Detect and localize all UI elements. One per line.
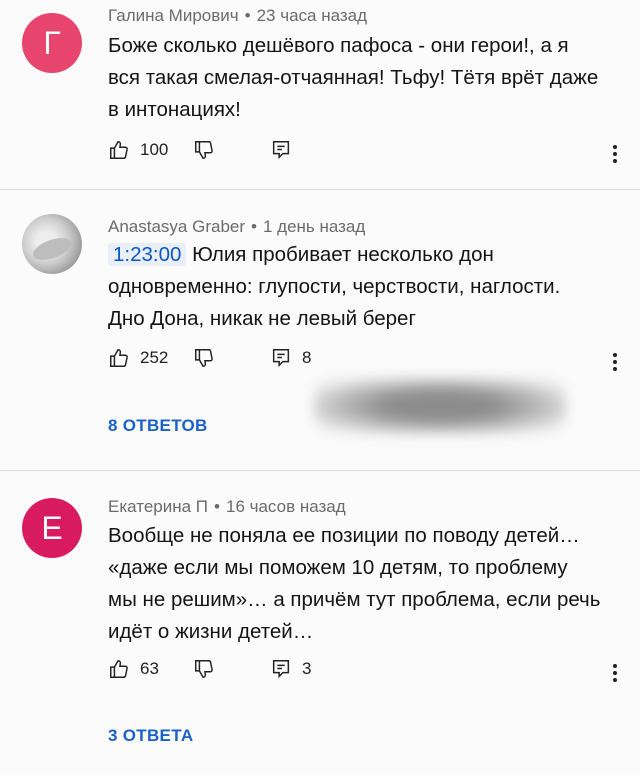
reply-count: 3 [302,659,312,678]
meta-separator: • [251,217,257,236]
dislike-button[interactable] [193,347,215,369]
like-button[interactable]: 252 [108,347,168,369]
comment-text: 1:23:00 Юлия пробивает несколько дон одн… [108,239,618,335]
author-name[interactable]: Галина Мирович [108,6,239,25]
avatar-letter: Е [41,509,63,546]
comment-meta: Галина Мирович • 23 часа назад [108,6,367,26]
like-count: 252 [140,348,169,367]
reply-comment-icon [272,660,290,679]
comment-line: «даже если мы поможем 10 детям, то пробл… [108,556,568,579]
more-options-button[interactable] [608,658,622,688]
meta-separator: • [214,497,220,516]
comment-actions: 252 8 [108,347,628,377]
comment-time[interactable]: 1 день назад [263,217,365,236]
dislike-button[interactable] [193,139,215,161]
thumb-down-icon [195,349,213,367]
comment-line: вся такая смелая-отчаянная! Тьфу! Тётя в… [108,66,599,89]
dislike-button[interactable] [193,658,215,680]
comment-actions: 63 3 [108,658,628,688]
thumb-down-icon [195,660,213,678]
comment-line: Дно Дона, никак не левый берег [108,307,416,330]
more-options-button[interactable] [608,347,622,377]
comment-time[interactable]: 16 часов назад [226,497,346,516]
comment-line: Боже сколько дешёвого пафоса - они герои… [108,34,569,57]
comment-line: в интонациях! [108,98,241,121]
comment-meta: Екатерина П • 16 часов назад [108,497,346,517]
comment-text: Боже сколько дешёвого пафоса - они герои… [108,30,618,126]
like-count: 63 [140,659,159,678]
reply-button[interactable]: 3 [270,658,311,680]
blurred-redaction [314,378,566,434]
avatar-letter: Г [43,24,61,61]
comment-line: мы не решим»… а причём тут проблема, есл… [108,588,601,611]
reply-comment-icon [272,349,290,368]
meta-separator: • [244,6,251,25]
comment-line: Вообще не поняла ее позиции по поводу де… [108,524,580,547]
comment-actions: 100 [108,139,628,169]
comment-3: Е Екатерина П • 16 часов назад Вообще не п… [0,471,640,775]
comment-meta: Anastasya Graber • 1 день назад [108,217,365,237]
comment-line-text: Юлия пробивает несколько дон [186,243,494,266]
comment-line: 1:23:00 Юлия пробивает несколько дон [108,239,618,271]
reply-count: 8 [302,348,312,367]
avatar[interactable]: Е [22,498,82,558]
reply-button[interactable]: 8 [270,347,311,369]
comment-1: Г Галина Мирович • 23 часа назад Боже скол… [0,0,640,190]
avatar[interactable]: Г [22,13,82,73]
comment-line: идёт о жизни детей… [108,620,314,643]
reply-comment-icon [272,141,290,160]
comment-text: Вообще не поняла ее позиции по поводу де… [108,520,618,648]
like-button[interactable]: 63 [108,658,159,680]
thumb-down-icon [195,141,213,159]
like-button[interactable]: 100 [108,139,168,161]
reply-button[interactable] [270,139,292,161]
comment-time[interactable]: 23 часа назад [257,6,367,25]
thumb-up-icon [110,349,128,367]
show-replies-button[interactable]: 8 ОТВЕТОВ [108,416,208,436]
thumb-up-icon [110,660,128,678]
show-replies-button[interactable]: 3 ОТВЕТА [108,726,193,746]
comment-line: одновременно: глупости, черствости, нагл… [108,275,561,298]
author-name[interactable]: Anastasya Graber [108,217,245,236]
like-count: 100 [140,140,169,159]
author-name[interactable]: Екатерина П [108,497,208,516]
thumb-up-icon [110,141,128,159]
timestamp-link[interactable]: 1:23:00 [108,243,187,266]
avatar[interactable] [22,214,82,274]
more-options-button[interactable] [608,139,622,169]
